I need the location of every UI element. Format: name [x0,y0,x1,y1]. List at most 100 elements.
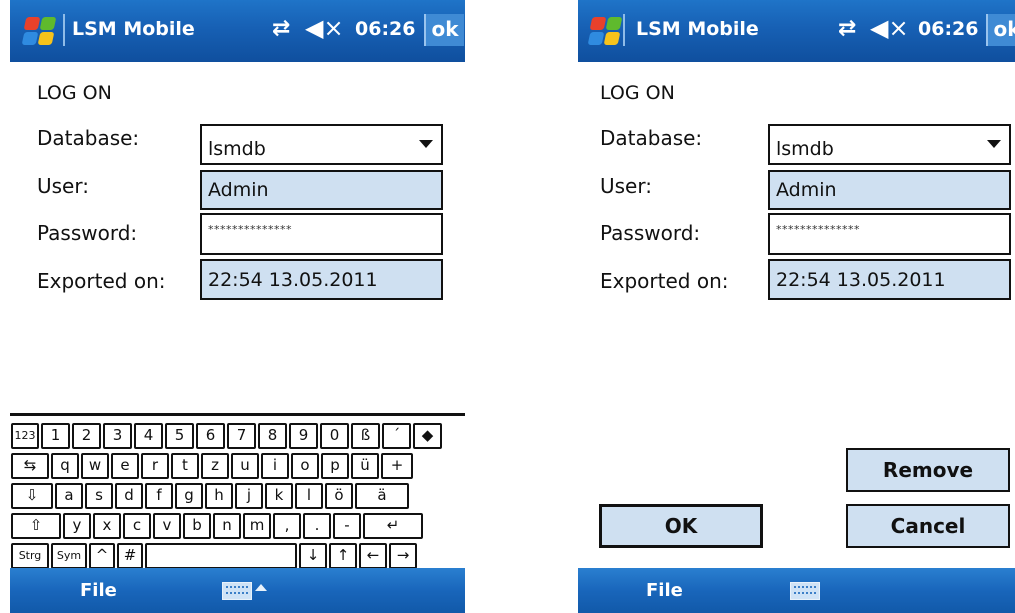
key-4[interactable]: 4 [134,423,163,449]
numeric-mode-key[interactable]: 123 [11,423,39,449]
key-0[interactable]: 0 [320,423,349,449]
key-p[interactable]: p [321,453,349,479]
soft-keyboard: 123 1 2 3 4 5 6 7 8 9 0 ß ´ ◆ ⇆ q w e r t z u i o p ü + ⇩ a s d f g h j k… [10,413,465,571]
windows-start-icon[interactable] [20,14,57,48]
key-l[interactable]: l [295,483,323,509]
key-z[interactable]: z [201,453,229,479]
key-j[interactable]: j [235,483,263,509]
key-ß[interactable]: ß [351,423,380,449]
remove-button[interactable]: Remove [846,448,1010,492]
password-field[interactable]: ************** [768,213,1011,255]
key-c[interactable]: c [123,513,151,539]
speaker-muted-icon[interactable]: ◀× [305,14,344,42]
key-v[interactable]: v [153,513,181,539]
key-ö[interactable]: ö [325,483,353,509]
enter-key[interactable]: ↵ [363,513,423,539]
arrow-right-key[interactable]: → [389,543,417,569]
keyboard-row-4: ⇧ y x c v b n m,. - ↵ [10,513,465,543]
key-s[interactable]: s [85,483,113,509]
title-separator [63,14,65,46]
key-g[interactable]: g [175,483,203,509]
menu-bar: File [578,568,1015,613]
key-y[interactable]: y [63,513,91,539]
key-x[interactable]: x [93,513,121,539]
key-+[interactable]: + [381,453,413,479]
symbol-key[interactable]: Sym [51,543,87,569]
key-^[interactable]: ^ [89,543,115,569]
key-f[interactable]: f [145,483,173,509]
clock[interactable]: 06:26 [355,18,415,40]
key-3[interactable]: 3 [103,423,132,449]
key-#[interactable]: # [117,543,143,569]
key-o[interactable]: o [291,453,319,479]
key-,[interactable]: , [273,513,301,539]
password-label: Password: [600,221,701,245]
title-bar: LSM Mobile ⇄ ◀× 06:26 ok [10,0,465,62]
key-w[interactable]: w [81,453,109,479]
shift-key[interactable]: ⇧ [11,513,61,539]
user-field[interactable]: Admin [200,170,443,210]
speaker-muted-icon[interactable]: ◀× [870,14,909,42]
key-8[interactable]: 8 [258,423,287,449]
user-field[interactable]: Admin [768,170,1011,210]
database-select[interactable]: lsmdb [200,124,443,165]
key-5[interactable]: 5 [165,423,194,449]
connectivity-icon[interactable]: ⇄ [838,16,856,41]
keyboard-icon[interactable] [790,582,820,600]
screen-with-buttons: LSM Mobile ⇄ ◀× 06:26 ok LOG ON Database… [578,0,1015,613]
key--[interactable]: - [333,513,361,539]
database-value: lsmdb [208,137,266,160]
key-t[interactable]: t [171,453,199,479]
key-6[interactable]: 6 [196,423,225,449]
key-b[interactable]: b [183,513,211,539]
space-key[interactable] [145,543,297,569]
arrow-down-key[interactable]: ↓ [299,543,327,569]
database-select[interactable]: lsmdb [768,124,1011,165]
keyboard-icon[interactable] [222,582,252,600]
key-.[interactable]: . [303,513,331,539]
clock[interactable]: 06:26 [918,18,978,40]
key-a[interactable]: a [55,483,83,509]
form-title: LOG ON [600,82,675,104]
key-u[interactable]: u [231,453,259,479]
file-menu[interactable]: File [646,580,683,601]
key-ä[interactable]: ä [355,483,409,509]
key-d[interactable]: d [115,483,143,509]
key-m[interactable]: m [243,513,271,539]
key-e[interactable]: e [111,453,139,479]
tab-key[interactable]: ⇆ [11,453,49,479]
exported-label: Exported on: [600,269,729,293]
password-field[interactable]: ************** [200,213,443,255]
keyboard-caret-up-icon[interactable] [255,584,267,591]
password-label: Password: [37,221,138,245]
app-title: LSM Mobile [636,18,759,40]
connectivity-icon[interactable]: ⇄ [272,16,290,41]
key-´[interactable]: ´ [382,423,411,449]
key-2[interactable]: 2 [72,423,101,449]
key-k[interactable]: k [265,483,293,509]
file-menu[interactable]: File [80,580,117,601]
arrow-left-key[interactable]: ← [359,543,387,569]
ok-title-button[interactable]: ok [424,14,464,46]
key-r[interactable]: r [141,453,169,479]
key-1[interactable]: 1 [41,423,70,449]
key-q[interactable]: q [51,453,79,479]
arrow-up-key[interactable]: ↑ [329,543,357,569]
cancel-button[interactable]: Cancel [846,504,1010,548]
ctrl-key[interactable]: Strg [11,543,49,569]
key-9[interactable]: 9 [289,423,318,449]
key-ü[interactable]: ü [351,453,379,479]
key-h[interactable]: h [205,483,233,509]
database-label: Database: [37,126,140,150]
caps-lock-key[interactable]: ⇩ [11,483,53,509]
windows-start-icon[interactable] [586,14,623,48]
ok-button[interactable]: OK [599,504,763,548]
key-i[interactable]: i [261,453,289,479]
keyboard-row-2: ⇆ q w e r t z u i o p ü + [10,453,465,483]
user-label: User: [600,174,652,198]
backspace-key[interactable]: ◆ [413,423,442,449]
key-n[interactable]: n [213,513,241,539]
ok-title-button[interactable]: ok [986,14,1015,46]
key-7[interactable]: 7 [227,423,256,449]
keyboard-row-1: 123 1 2 3 4 5 6 7 8 9 0 ß ´ ◆ [10,423,465,453]
